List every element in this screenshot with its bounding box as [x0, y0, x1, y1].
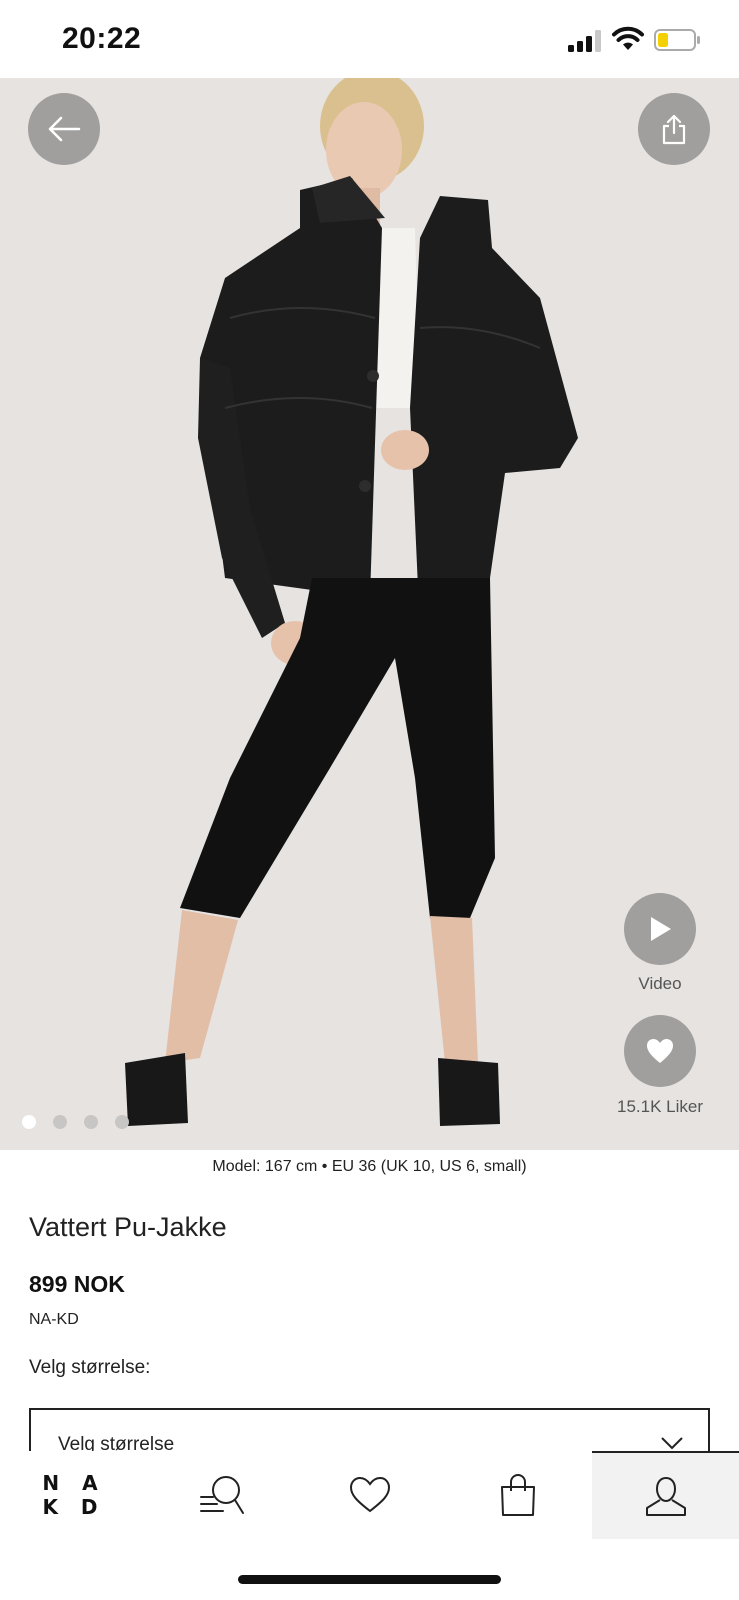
nav-search[interactable] — [148, 1451, 296, 1539]
heart-filled-icon — [647, 1039, 673, 1063]
home-indicator — [238, 1575, 501, 1584]
gallery-dot[interactable] — [53, 1115, 67, 1129]
product-price: 899 NOK — [29, 1271, 125, 1297]
likes-count: 15.1K Liker — [617, 1097, 703, 1116]
nav-home[interactable]: N A K D — [0, 1451, 148, 1539]
product-title: Vattert Pu-Jakke — [29, 1212, 227, 1242]
gallery-pagination — [22, 1115, 129, 1129]
cellular-signal-icon — [568, 30, 601, 52]
model-info: Model: 167 cm • EU 36 (UK 10, US 6, smal… — [212, 1158, 527, 1175]
wifi-icon — [612, 26, 644, 50]
chevron-down-icon — [661, 1437, 683, 1450]
status-bar: 20:22 — [0, 0, 739, 78]
nav-wishlist[interactable] — [296, 1451, 444, 1539]
battery-icon — [654, 29, 700, 51]
bag-icon — [501, 1474, 535, 1516]
size-label: Velg størrelse: — [29, 1357, 151, 1378]
play-icon — [651, 917, 671, 941]
status-time: 20:22 — [62, 22, 142, 55]
share-button[interactable] — [638, 93, 710, 165]
search-icon — [200, 1476, 244, 1514]
gallery-dot-active[interactable] — [22, 1115, 36, 1129]
logo-line-1: N A — [42, 1471, 106, 1495]
logo-line-2: K D — [42, 1495, 106, 1519]
video-button[interactable] — [624, 893, 696, 965]
gallery-dot[interactable] — [84, 1115, 98, 1129]
brand-logo: N A K D — [42, 1471, 105, 1519]
nav-bag[interactable] — [444, 1451, 592, 1539]
nav-profile[interactable] — [592, 1451, 739, 1539]
profile-icon — [645, 1476, 686, 1516]
video-label: Video — [638, 974, 682, 993]
product-brand[interactable]: NA-KD — [29, 1311, 79, 1329]
like-button[interactable] — [624, 1015, 696, 1087]
heart-icon — [349, 1476, 391, 1513]
share-icon — [662, 114, 686, 145]
product-image-gallery[interactable]: Video 15.1K Liker — [0, 78, 739, 1150]
arrow-left-icon — [48, 116, 81, 142]
back-button[interactable] — [28, 93, 100, 165]
gallery-dot[interactable] — [115, 1115, 129, 1129]
